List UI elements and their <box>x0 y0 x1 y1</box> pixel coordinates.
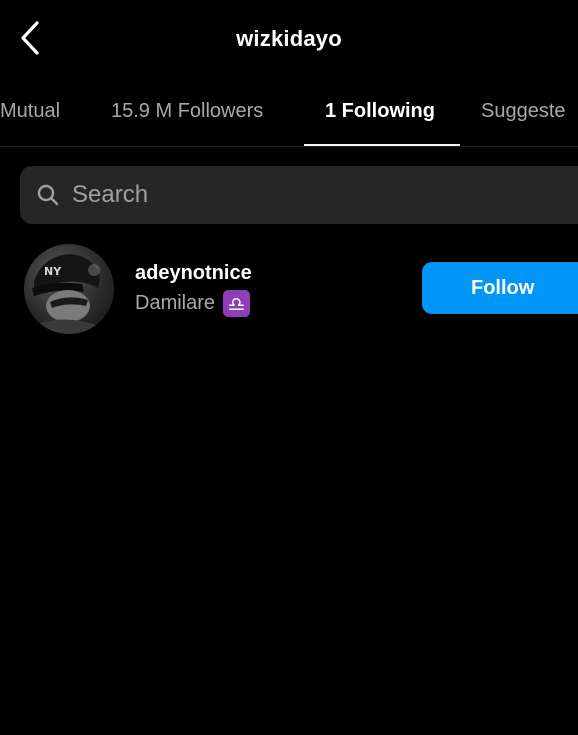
follow-button[interactable]: Follow <box>422 262 578 314</box>
svg-text:NY: NY <box>44 265 62 278</box>
page-title: wizkidayo <box>236 26 342 51</box>
full-name: Damilare ♎ <box>135 290 251 317</box>
top-header: wizkidayo <box>0 0 578 82</box>
tab-followers[interactable]: 15.9 M Followers <box>111 82 263 146</box>
search-icon <box>37 184 59 206</box>
list-item[interactable]: NY adeynotnice Damilare ♎ Follow <box>0 240 578 336</box>
tab-mutual[interactable]: Mutual <box>0 82 60 146</box>
profile-photo-icon: NY <box>32 254 100 334</box>
tab-suggested[interactable]: Suggeste <box>481 82 566 146</box>
active-tab-indicator <box>304 144 460 146</box>
search-placeholder: Search <box>72 181 149 208</box>
search-input[interactable]: Search <box>20 166 578 224</box>
tab-bar: Mutual 15.9 M Followers 1 Following Sugg… <box>0 82 578 147</box>
libra-icon: ♎ <box>223 290 251 317</box>
full-name-text: Damilare <box>135 292 216 314</box>
avatar[interactable]: NY <box>24 244 114 334</box>
username[interactable]: adeynotnice <box>135 262 252 285</box>
tab-following[interactable]: 1 Following <box>325 82 435 146</box>
